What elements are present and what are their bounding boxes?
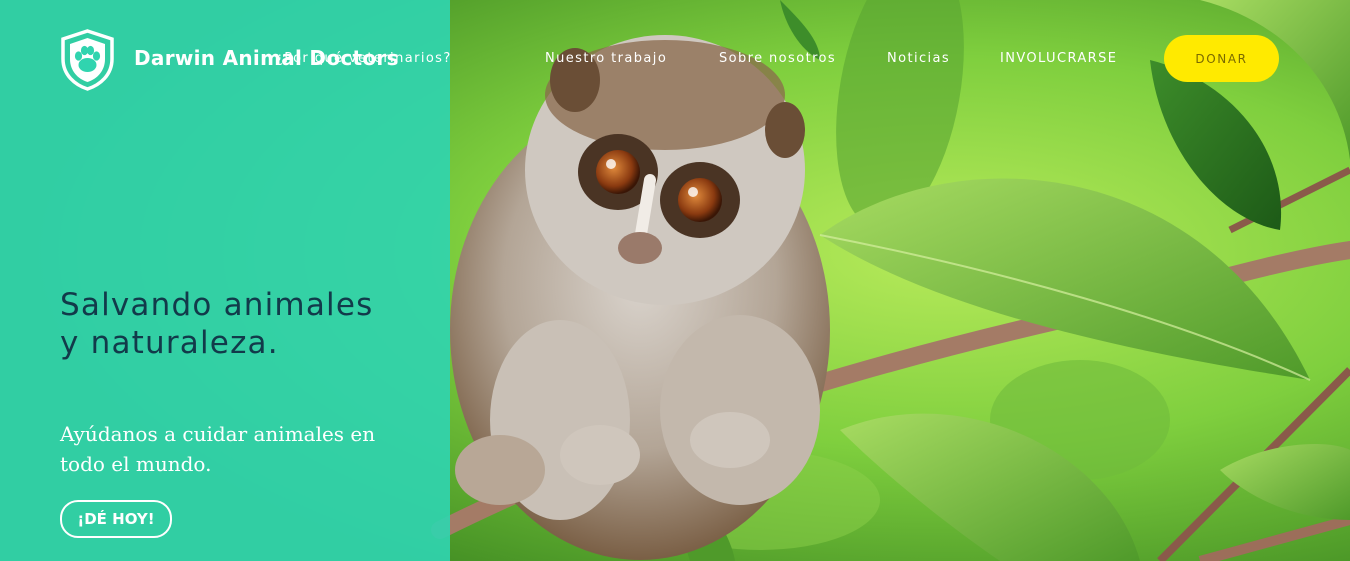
- nav-item-our-work[interactable]: Nuestro trabajo: [545, 51, 667, 66]
- nav-item-about-us[interactable]: Sobre nosotros: [719, 51, 836, 66]
- hero-headline: Salvando animales y naturaleza.: [60, 287, 374, 361]
- paw-shield-icon: [61, 29, 114, 91]
- give-today-button[interactable]: ¡DÉ HOY!: [60, 500, 172, 538]
- logo[interactable]: [60, 29, 115, 91]
- donate-button[interactable]: DONAR: [1164, 35, 1279, 82]
- nav-item-get-involved[interactable]: INVOLUCRARSE: [1000, 51, 1117, 66]
- nav-item-why-vets[interactable]: ¿Por qué veterinarios?: [276, 51, 452, 66]
- nav-item-news[interactable]: Noticias: [887, 51, 950, 66]
- hero-subtitle: Ayúdanos a cuidar animales en todo el mu…: [60, 422, 376, 476]
